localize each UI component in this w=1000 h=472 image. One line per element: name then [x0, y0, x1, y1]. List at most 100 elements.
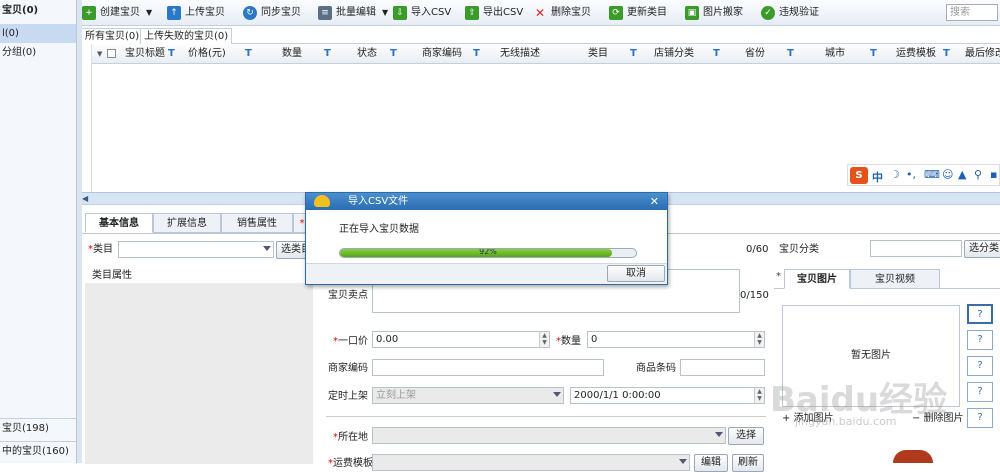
filter-icon[interactable]: T [168, 48, 175, 60]
import-csv-button[interactable]: ⇩ 导入CSV [393, 5, 451, 21]
upload-icon: ↑ [167, 6, 181, 20]
select-shop-category-button[interactable]: 选分类 [964, 240, 1000, 258]
moon-icon[interactable]: ☽ [890, 168, 900, 181]
tab-extended-info[interactable]: 扩展信息 [153, 213, 221, 233]
column-menu-icon[interactable]: ▼ [97, 48, 102, 60]
chevron-down-icon[interactable]: ▼ [146, 8, 152, 17]
select-all-checkbox[interactable] [107, 49, 116, 58]
watermark-text: Baidu经验 [770, 380, 948, 420]
image-slot-2[interactable]: ? [967, 330, 993, 350]
batch-edit-icon: ≡ [318, 6, 332, 20]
grid-row-header [82, 44, 92, 192]
sync-item-button[interactable]: ↻ 同步宝贝 [243, 5, 301, 21]
col-last-modified[interactable]: 最后修改 [965, 48, 1000, 60]
choose-location-button[interactable]: 选择 [728, 427, 764, 445]
import-csv-icon: ⇩ [393, 6, 407, 20]
left-item-group[interactable]: 分组(0) [0, 43, 76, 62]
shop-category-input[interactable] [870, 240, 962, 257]
export-csv-button[interactable]: ⇧ 导出CSV [465, 5, 523, 21]
filter-icon[interactable]: T [870, 48, 877, 60]
image-move-button[interactable]: ▣ 图片搬家 [685, 5, 743, 21]
category-select[interactable] [118, 241, 274, 258]
edit-shipping-button[interactable]: 编辑 [694, 454, 728, 472]
tab-item-video[interactable]: 宝贝视频 [850, 269, 940, 289]
search-input[interactable]: 搜索 [946, 4, 998, 21]
price-label: *一口价 [333, 336, 368, 347]
filter-icon[interactable]: T [713, 48, 720, 60]
verify-button[interactable]: ✓ 违规验证 [761, 5, 819, 21]
skin-icon[interactable]: ▲ [958, 168, 966, 181]
watermark-url: jingyan.baidu.com [795, 415, 897, 428]
cancel-button[interactable]: 取消 [607, 265, 665, 282]
scroll-left-icon[interactable]: ◀ [82, 194, 88, 203]
col-province[interactable]: 省份 [745, 48, 765, 60]
close-icon[interactable]: ✕ [650, 193, 659, 210]
col-shipping-template[interactable]: 运费模板 [896, 48, 936, 60]
keyboard-icon[interactable]: ⌨ [924, 168, 940, 181]
import-csv-dialog: 导入CSV文件 ✕ 正在导入宝贝数据 92% 取消 [305, 192, 668, 285]
left-item-selected[interactable]: l(0) [0, 24, 76, 43]
update-category-button[interactable]: ⟳ 更新类目 [609, 5, 667, 21]
quantity-input[interactable]: 0 ▲ ▼ [587, 331, 765, 348]
barcode-input[interactable] [680, 359, 765, 376]
sogou-logo-icon[interactable]: S [850, 167, 868, 184]
delete-item-button[interactable]: ✕ 删除宝贝 [533, 5, 591, 21]
schedule-datetime-input[interactable]: 2000/1/1 0:00:00 ▲ ▼ [570, 387, 765, 404]
tab-upload-failed[interactable]: 上传失败的宝贝(0) [140, 28, 233, 44]
tab-all-items[interactable]: 所有宝贝(0) [82, 28, 144, 44]
chevron-down-icon[interactable]: ▼ [382, 8, 388, 17]
floating-widget[interactable] [893, 450, 933, 463]
col-merchant-code[interactable]: 商家编码 [422, 48, 462, 60]
image-slot-1[interactable]: ? [967, 304, 993, 324]
batch-edit-button[interactable]: ≡ 批量编辑 ▼ [318, 5, 388, 21]
shop-category-label: 宝贝分类 [779, 244, 819, 255]
image-move-icon: ▣ [685, 6, 699, 20]
dialog-title-bar: 导入CSV文件 ✕ [306, 193, 667, 210]
col-price[interactable]: 价格(元) [188, 48, 226, 60]
price-input[interactable]: 0.00 ▲ ▼ [372, 331, 550, 348]
grid-header: ▼ 宝贝标题 T 价格(元) T 数量 T 状态 T 商家编码 T 无线描述 类目 T 店铺… [92, 44, 1000, 64]
upload-item-button[interactable]: ↑ 上传宝贝 [167, 5, 225, 21]
image-slot-5[interactable]: ? [967, 408, 993, 428]
image-slot-3[interactable]: ? [967, 356, 993, 376]
emoji-icon[interactable]: ☺ [942, 168, 953, 181]
more-icon[interactable]: ▪ [990, 168, 997, 181]
stepper-icon[interactable]: ▲ ▼ [754, 388, 764, 403]
left-item-bottom-1[interactable]: 宝贝(198) [0, 418, 76, 437]
tab-basic-info[interactable]: 基本信息 [85, 213, 153, 233]
tab-item-images[interactable]: 宝贝图片 [784, 269, 850, 289]
image-tab-marker: * [776, 271, 781, 282]
col-quantity[interactable]: 数量 [282, 48, 302, 60]
filter-icon[interactable]: T [630, 48, 637, 60]
search-icon[interactable]: ⚲ [974, 168, 982, 181]
col-mobile-desc[interactable]: 无线描述 [500, 48, 540, 60]
merchant-code-input[interactable] [372, 359, 604, 376]
location-select[interactable] [372, 427, 726, 444]
punctuation-icon[interactable]: •, [906, 168, 916, 181]
filter-icon[interactable]: T [473, 48, 480, 60]
filter-icon[interactable]: T [245, 48, 252, 60]
stepper-icon[interactable]: ▲ ▼ [754, 332, 764, 347]
col-shop-category[interactable]: 店铺分类 [654, 48, 694, 60]
filter-icon[interactable]: T [943, 48, 950, 60]
left-item-all[interactable]: 宝贝(0) [0, 1, 76, 20]
shipping-template-label: *运费模板 [328, 458, 373, 469]
col-city[interactable]: 城市 [825, 48, 845, 60]
filter-icon[interactable]: T [787, 48, 794, 60]
image-slot-4[interactable]: ? [967, 382, 993, 402]
create-item-button[interactable]: + 创建宝贝 ▼ [82, 5, 152, 21]
left-item-bottom-2[interactable]: 中的宝贝(160) [0, 441, 76, 460]
col-status[interactable]: 状态 [357, 48, 377, 60]
col-title[interactable]: 宝贝标题 [125, 48, 165, 60]
stepper-icon[interactable]: ▲ ▼ [539, 332, 549, 347]
location-label: *所在地 [333, 432, 368, 443]
refresh-shipping-button[interactable]: 刷新 [732, 454, 764, 472]
ime-mode-label[interactable]: 中 [872, 169, 883, 185]
schedule-select[interactable]: 立刻上架 [372, 387, 564, 404]
sync-icon: ↻ [243, 6, 257, 20]
tab-sales-attributes[interactable]: 销售属性 [221, 213, 293, 233]
filter-icon[interactable]: T [324, 48, 331, 60]
col-category[interactable]: 类目 [588, 48, 608, 60]
filter-icon[interactable]: T [390, 48, 397, 60]
app-logo-icon [314, 195, 330, 207]
